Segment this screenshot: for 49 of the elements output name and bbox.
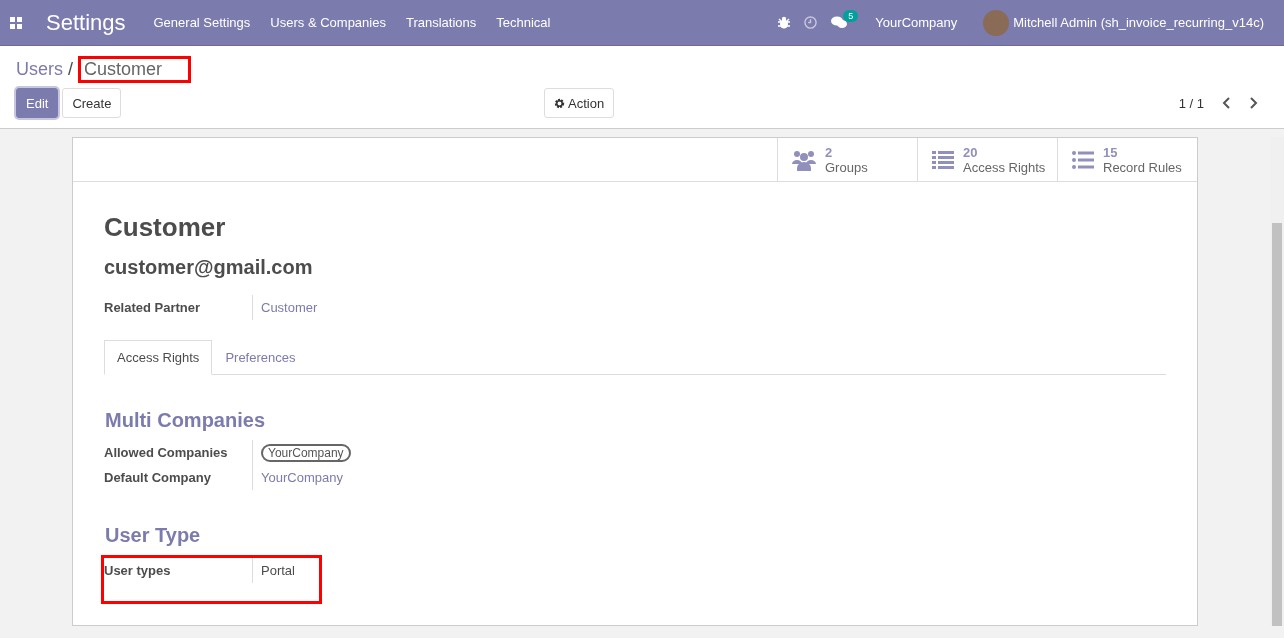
stat-label: Access Rights (963, 159, 1046, 175)
apps-grid-icon[interactable] (10, 16, 22, 29)
field-value: Portal (252, 558, 295, 583)
app-title[interactable]: Settings (46, 9, 126, 36)
user-menu[interactable]: Mitchell Admin (sh_invoice_recurring_v14c) (1013, 15, 1264, 30)
avatar-placeholder (983, 9, 1010, 36)
field-link[interactable]: YourCompany (252, 465, 343, 490)
menu-item[interactable]: General Settings (153, 15, 251, 30)
section-title: User Type (105, 524, 202, 547)
field-label: Allowed Companies (104, 445, 229, 460)
menu-item[interactable]: Users & Companies (270, 15, 386, 30)
action-button[interactable]: Action (544, 88, 615, 118)
company-tag: YourCompany (261, 443, 351, 462)
users-icon (792, 148, 816, 171)
company-switcher[interactable]: YourCompany (875, 15, 958, 30)
stat-count: 2 (825, 144, 834, 160)
section-title: Multi Companies (105, 409, 266, 432)
bullet-list-icon (1072, 150, 1094, 169)
menu-item[interactable]: Technical (496, 15, 551, 30)
tab[interactable]: Preferences (212, 340, 309, 375)
stat-label: Record Rules (1103, 159, 1182, 175)
chat-icon[interactable] (831, 16, 848, 29)
tab[interactable]: Access Rights (104, 340, 213, 375)
edit-button[interactable]: Edit (16, 88, 59, 118)
stat-count: 15 (1103, 144, 1119, 160)
list-icon (932, 150, 954, 169)
previous-icon[interactable] (1222, 97, 1231, 109)
create-button[interactable]: Create (62, 88, 122, 118)
record-title: Customer (104, 212, 227, 243)
smart-button[interactable]: 2 Groups (777, 138, 917, 181)
breadcrumb-current: Customer (78, 55, 192, 83)
breadcrumb-separator: / (68, 58, 74, 80)
pager-value: 1 / 1 (1178, 95, 1204, 111)
field-label: Related Partner (104, 300, 202, 315)
gear-icon (554, 97, 565, 109)
breadcrumb-link[interactable]: Users (16, 58, 63, 80)
smart-button[interactable]: 15 Record Rules (1057, 138, 1197, 181)
clock-icon[interactable] (804, 16, 818, 29)
message-count-badge: 5 (843, 10, 859, 22)
stat-label: Groups (825, 159, 868, 175)
stat-count: 20 (963, 144, 979, 160)
next-icon[interactable] (1249, 97, 1258, 109)
bug-icon[interactable] (778, 16, 791, 29)
smart-button[interactable]: 20 Access Rights (917, 138, 1057, 181)
record-email: customer@gmail.com (104, 256, 314, 279)
field-label: User types (104, 563, 172, 578)
field-label: Default Company (104, 470, 212, 485)
field-link[interactable]: Customer (252, 295, 318, 320)
menu-item[interactable]: Translations (405, 15, 477, 30)
